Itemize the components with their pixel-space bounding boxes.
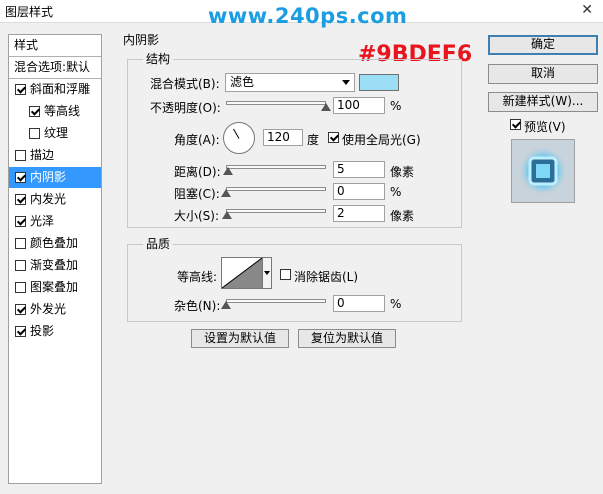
style-list: 样式混合选项:默认斜面和浮雕等高线纹理描边内阴影内发光光泽颜色叠加渐变叠加图案叠… bbox=[8, 34, 102, 484]
window-title: 图层样式 bbox=[5, 5, 54, 19]
style-list-item[interactable]: 图案叠加 bbox=[9, 277, 101, 298]
global-light-checkbox[interactable] bbox=[328, 132, 339, 143]
style-list-item[interactable]: 纹理 bbox=[9, 123, 101, 144]
style-preview-thumbnail bbox=[511, 139, 575, 203]
new-style-button[interactable]: 新建样式(W)... bbox=[488, 92, 598, 112]
distance-slider-track[interactable] bbox=[226, 165, 326, 169]
style-list-checkbox[interactable] bbox=[15, 260, 26, 271]
set-default-button[interactable]: 设置为默认值 bbox=[191, 329, 289, 348]
opacity-slider-thumb[interactable] bbox=[321, 103, 331, 111]
noise-unit: % bbox=[390, 297, 402, 311]
preview-checkbox[interactable] bbox=[510, 119, 521, 130]
watermark: www.240ps.com bbox=[208, 4, 408, 28]
style-list-item[interactable]: 样式 bbox=[9, 35, 101, 56]
style-list-item[interactable]: 描边 bbox=[9, 145, 101, 166]
style-list-item[interactable]: 渐变叠加 bbox=[9, 255, 101, 276]
size-slider-track[interactable] bbox=[226, 209, 326, 213]
contour-curve-icon bbox=[222, 258, 262, 288]
opacity-input[interactable]: 100 bbox=[333, 97, 385, 114]
quality-title: 品质 bbox=[143, 235, 174, 252]
noise-label: 杂色(N): bbox=[174, 299, 221, 313]
preview-label: 预览(V) bbox=[524, 120, 566, 134]
style-list-label: 等高线 bbox=[44, 104, 81, 118]
opacity-label: 不透明度(O): bbox=[150, 101, 221, 115]
style-list-checkbox[interactable] bbox=[29, 106, 40, 117]
style-list-item[interactable]: 斜面和浮雕 bbox=[9, 79, 101, 100]
style-list-label: 图案叠加 bbox=[30, 280, 79, 294]
blend-mode-label: 混合模式(B): bbox=[150, 77, 220, 91]
choke-unit: % bbox=[390, 185, 402, 199]
preview-image bbox=[518, 146, 568, 196]
style-list-item[interactable]: 等高线 bbox=[9, 101, 101, 122]
distance-unit: 像素 bbox=[390, 165, 415, 179]
style-list-checkbox[interactable] bbox=[15, 282, 26, 293]
ok-button[interactable]: 确定 bbox=[488, 35, 598, 55]
style-list-checkbox[interactable] bbox=[15, 84, 26, 95]
style-list-label: 斜面和浮雕 bbox=[30, 82, 91, 96]
style-list-label: 内阴影 bbox=[30, 170, 67, 184]
opacity-unit: % bbox=[390, 99, 402, 113]
noise-input[interactable]: 0 bbox=[333, 295, 385, 312]
contour-label: 等高线: bbox=[177, 270, 218, 284]
choke-slider-track[interactable] bbox=[226, 187, 326, 191]
style-list-label: 颜色叠加 bbox=[30, 236, 79, 250]
style-list-label: 渐变叠加 bbox=[30, 258, 79, 272]
global-light-label: 使用全局光(G) bbox=[342, 133, 421, 147]
style-list-checkbox[interactable] bbox=[15, 326, 26, 337]
choke-label: 阻塞(C): bbox=[174, 187, 220, 201]
antialias-checkbox[interactable] bbox=[280, 269, 291, 280]
style-list-checkbox[interactable] bbox=[15, 172, 26, 183]
blend-mode-value: 滤色 bbox=[230, 75, 255, 89]
distance-label: 距离(D): bbox=[174, 165, 221, 179]
reset-default-button[interactable]: 复位为默认值 bbox=[298, 329, 396, 348]
structure-title: 结构 bbox=[143, 50, 174, 67]
size-slider-thumb[interactable] bbox=[222, 211, 232, 219]
noise-slider-thumb[interactable] bbox=[221, 301, 231, 309]
chevron-down-icon bbox=[342, 80, 350, 85]
style-list-checkbox[interactable] bbox=[15, 194, 26, 205]
style-list-checkbox[interactable] bbox=[29, 128, 40, 139]
style-list-label: 内发光 bbox=[30, 192, 67, 206]
style-list-item[interactable]: 内发光 bbox=[9, 189, 101, 210]
shadow-color-swatch[interactable] bbox=[359, 74, 399, 91]
distance-input[interactable]: 5 bbox=[333, 161, 385, 178]
angle-label: 角度(A): bbox=[174, 133, 220, 147]
style-list-label: 描边 bbox=[30, 148, 55, 162]
cancel-button[interactable]: 取消 bbox=[488, 64, 598, 84]
style-list-label: 投影 bbox=[30, 324, 55, 338]
style-list-item[interactable]: 内阴影 bbox=[9, 167, 101, 188]
contour-dropdown-button[interactable] bbox=[263, 257, 272, 289]
size-label: 大小(S): bbox=[174, 209, 220, 223]
choke-slider-thumb[interactable] bbox=[221, 189, 231, 197]
size-unit: 像素 bbox=[390, 209, 415, 223]
noise-slider-track[interactable] bbox=[226, 299, 326, 303]
inner-shadow-title: 内阴影 bbox=[120, 31, 163, 48]
style-list-label: 样式 bbox=[14, 38, 39, 52]
angle-dial[interactable] bbox=[223, 122, 255, 154]
style-list-checkbox[interactable] bbox=[15, 304, 26, 315]
style-list-item[interactable]: 光泽 bbox=[9, 211, 101, 232]
style-list-item[interactable]: 混合选项:默认 bbox=[9, 57, 101, 78]
style-list-item[interactable]: 投影 bbox=[9, 321, 101, 342]
style-list-label: 光泽 bbox=[30, 214, 55, 228]
style-list-label: 外发光 bbox=[30, 302, 67, 316]
style-list-item[interactable]: 外发光 bbox=[9, 299, 101, 320]
angle-unit: 度 bbox=[307, 133, 320, 147]
angle-dial-needle bbox=[233, 128, 240, 139]
style-list-label: 纹理 bbox=[44, 126, 69, 140]
contour-picker[interactable] bbox=[221, 257, 263, 289]
blend-mode-select[interactable]: 滤色 bbox=[225, 73, 355, 92]
style-list-item[interactable]: 颜色叠加 bbox=[9, 233, 101, 254]
antialias-label: 消除锯齿(L) bbox=[294, 270, 359, 284]
opacity-slider-track[interactable] bbox=[226, 101, 326, 105]
choke-input[interactable]: 0 bbox=[333, 183, 385, 200]
style-list-label: 混合选项:默认 bbox=[14, 60, 91, 74]
style-list-checkbox[interactable] bbox=[15, 216, 26, 227]
angle-input[interactable]: 120 bbox=[263, 129, 303, 146]
style-list-checkbox[interactable] bbox=[15, 150, 26, 161]
style-list-checkbox[interactable] bbox=[15, 238, 26, 249]
close-icon[interactable]: ✕ bbox=[581, 2, 593, 18]
size-input[interactable]: 2 bbox=[333, 205, 385, 222]
distance-slider-thumb[interactable] bbox=[223, 167, 233, 175]
